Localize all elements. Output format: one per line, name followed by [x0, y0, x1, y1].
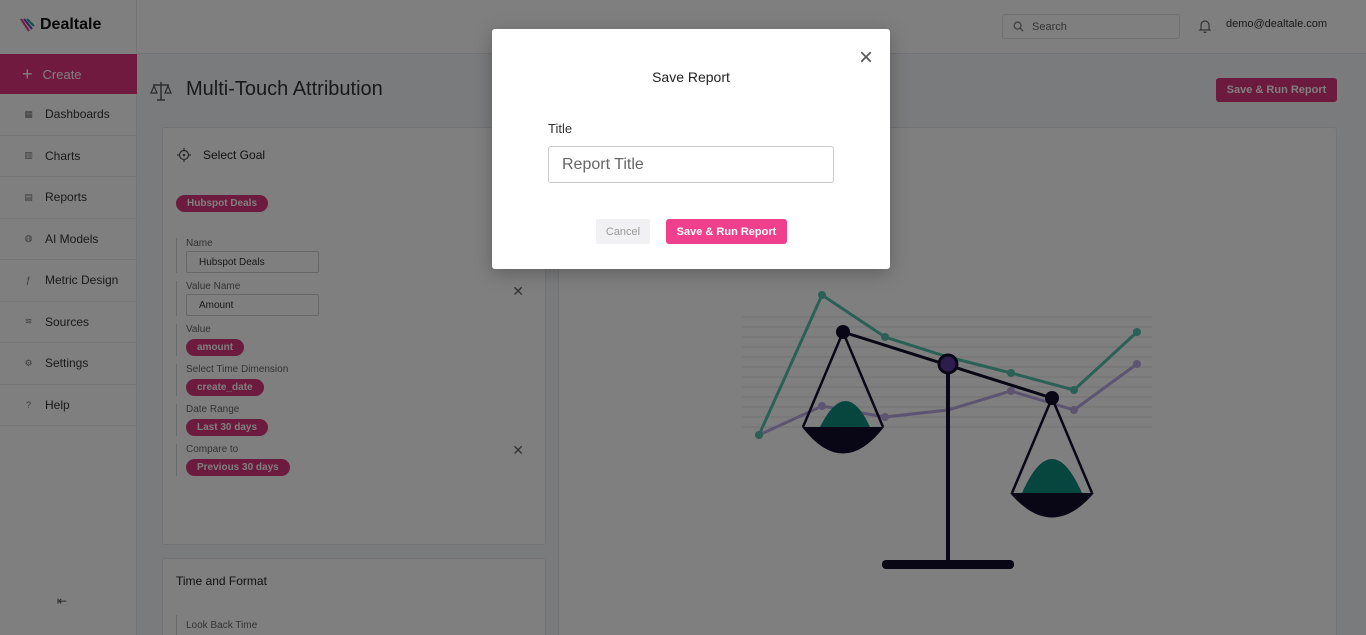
save-report-modal: × Save Report Title Cancel Save & Run Re… [492, 29, 890, 269]
close-icon[interactable]: × [856, 46, 876, 70]
cancel-button[interactable]: Cancel [596, 219, 650, 244]
modal-title: Save Report [652, 69, 730, 85]
report-title-input[interactable] [548, 146, 834, 183]
modal-save-run-button[interactable]: Save & Run Report [666, 219, 787, 244]
title-label: Title [548, 121, 573, 136]
